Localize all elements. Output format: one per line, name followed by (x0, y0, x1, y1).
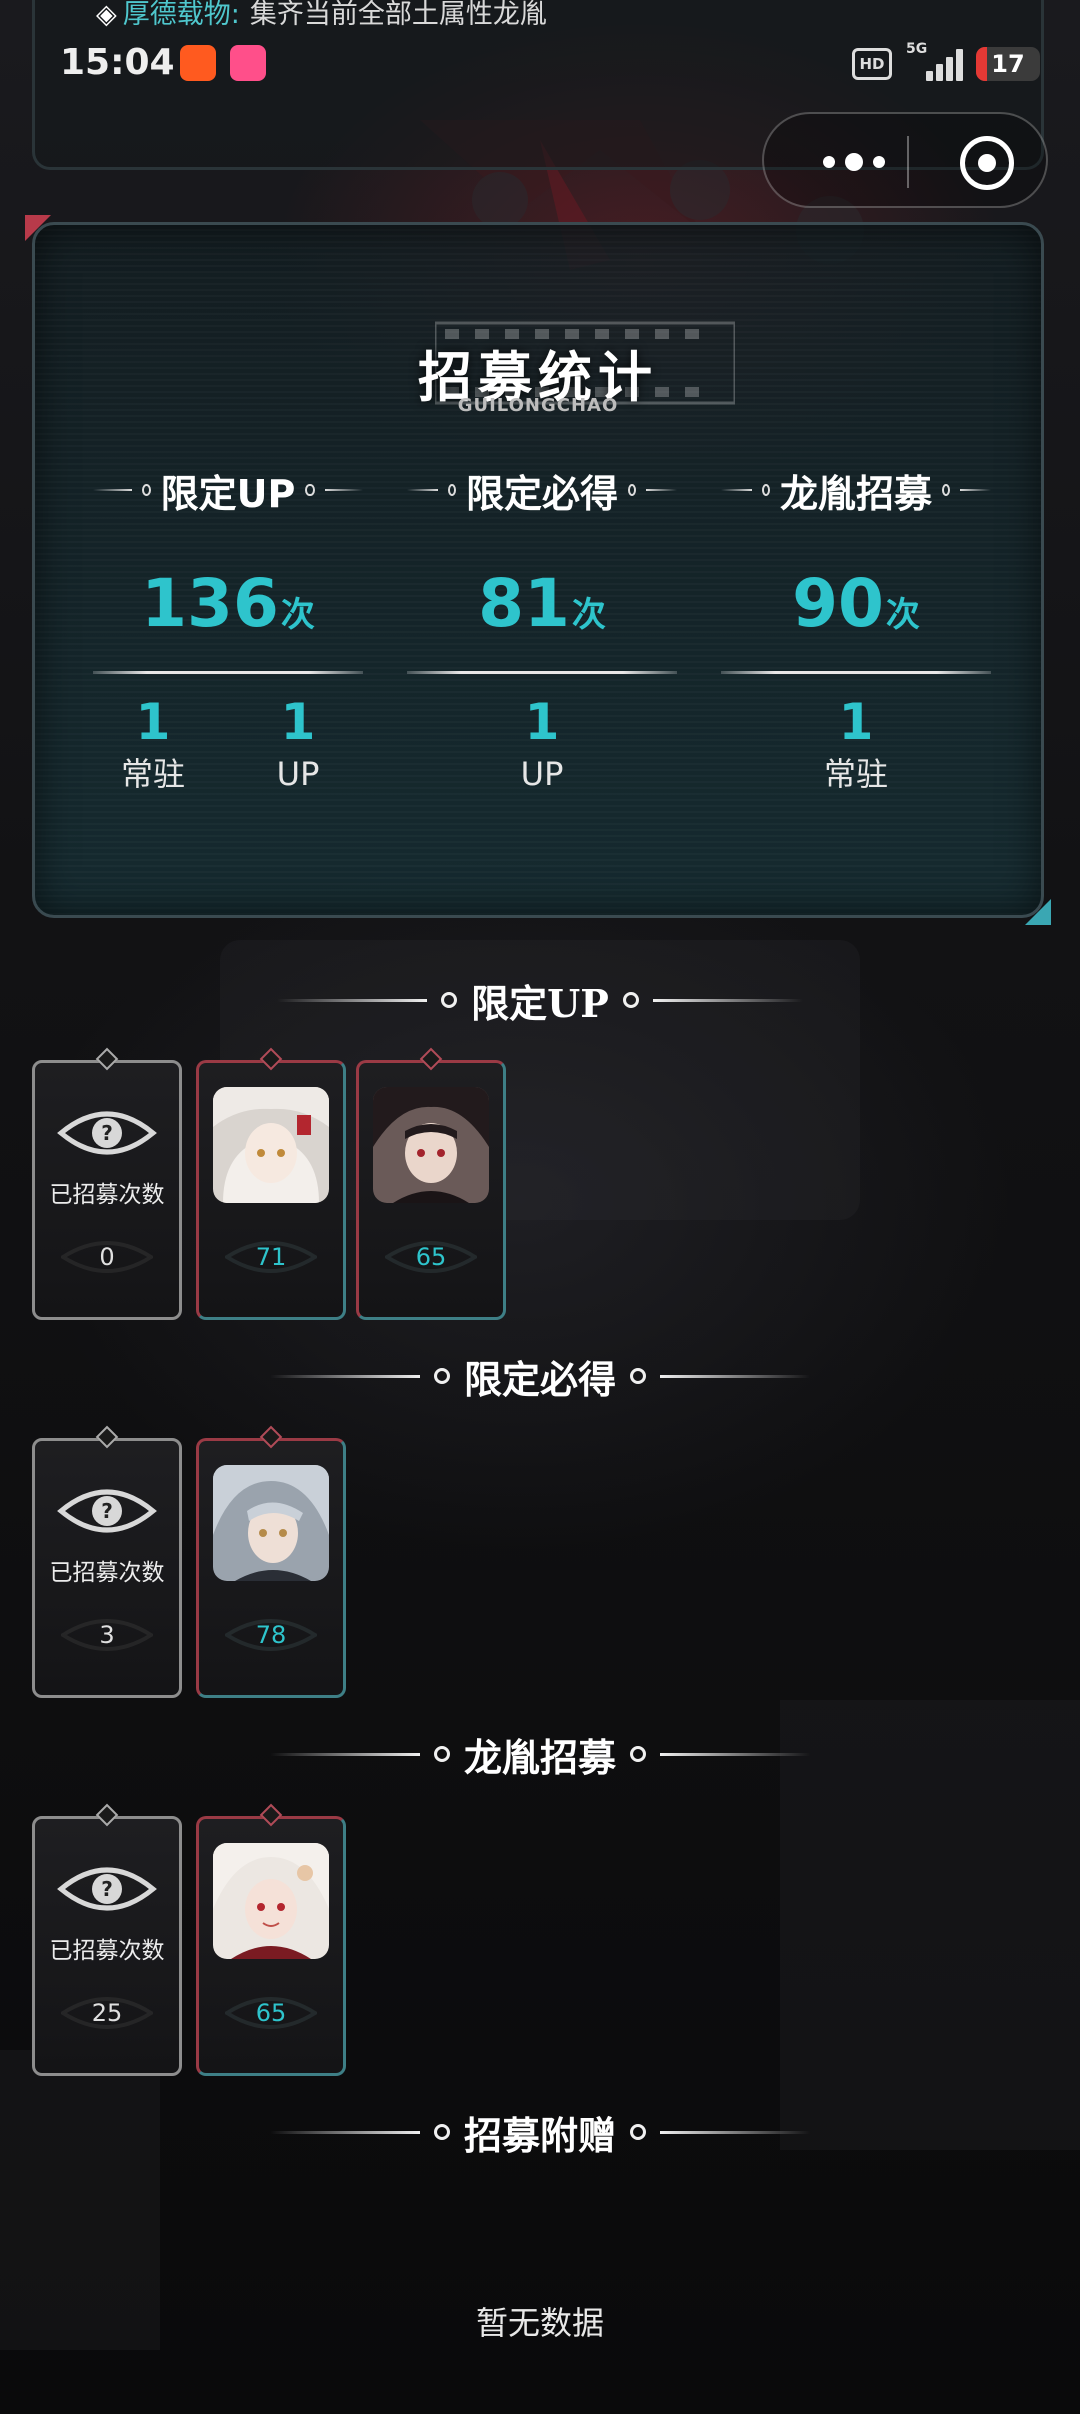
card-corner-decoration (1025, 899, 1051, 925)
marquee-key: 厚德载物: (122, 0, 240, 30)
signal-icon: 5G (906, 41, 963, 83)
pull-count: 81次 (478, 565, 606, 642)
pull-counter-label: 已招募次数 (49, 1938, 165, 1964)
pull-counter-card: ? 已招募次数 25 (32, 1803, 182, 2076)
column-divider (407, 671, 677, 674)
pull-count: 90次 (792, 565, 920, 642)
column-label: 限定必得 (465, 471, 618, 516)
column-label: 限定UP (160, 471, 296, 516)
battery-level: 17 (991, 50, 1025, 78)
stats-column-longyin: 龙胤招募 90次 1 常驻 (721, 465, 991, 885)
column-header: 龙胤招募 (721, 465, 991, 516)
sub-stat-value: 1 (135, 693, 171, 751)
pull-counter-label: 已招募次数 (49, 1182, 165, 1208)
silver-haired-character-avatar (213, 1465, 329, 1581)
character-card[interactable]: 78 (196, 1425, 346, 1698)
status-bar: ◈ 厚德载物: 集齐当前全部土属性龙胤 15:04 HD 5G 17 (0, 0, 1080, 130)
sub-stat: 1 常驻 (93, 693, 213, 797)
network-type: 5G (906, 41, 928, 57)
section-header-bonus: 招募附赠 (0, 2104, 1080, 2160)
character-card[interactable]: 65 (356, 1047, 506, 1320)
column-divider (721, 671, 991, 674)
section-header-limited-up: 限定UP (0, 972, 1080, 1028)
column-header: 限定必得 (407, 465, 677, 516)
more-options-button[interactable] (804, 144, 904, 180)
pull-counter-value: 0 (99, 1243, 115, 1271)
dark-haired-character-avatar (373, 1087, 489, 1203)
pull-counter-value: 3 (99, 1621, 115, 1649)
hd-icon: HD (852, 48, 892, 80)
character-score: 71 (255, 1243, 287, 1271)
character-card[interactable]: 65 (196, 1803, 346, 2076)
clock: 15:04 (60, 42, 175, 83)
character-score: 65 (255, 1999, 287, 2027)
achievement-marquee: ◈ 厚德载物: 集齐当前全部土属性龙胤 (96, 0, 547, 34)
empty-state-text: 暂无数据 (475, 2304, 604, 2342)
close-miniprogram-button[interactable] (960, 136, 1014, 190)
bilibili-app-icon (230, 45, 266, 81)
pull-counter-card: ? 已招募次数 0 (32, 1047, 182, 1320)
character-score: 65 (415, 1243, 447, 1271)
system-icons: HD 5G 17 (852, 41, 1040, 84)
marquee-text: 集齐当前全部土属性龙胤 (249, 0, 547, 30)
section-title: 限定必得 (463, 1356, 616, 1402)
pull-counter-card: ? 已招募次数 3 (32, 1425, 182, 1698)
stats-column-limited-up: 限定UP 136次 1 常驻 1 UP (93, 465, 363, 885)
sub-stat-label: UP (520, 755, 564, 793)
svg-text:?: ? (101, 1499, 113, 1523)
svg-text:?: ? (101, 1877, 113, 1901)
white-haired-character-avatar (213, 1087, 329, 1203)
stats-subtitle: GUILONGCHAO (457, 395, 619, 416)
column-header: 限定UP (93, 465, 363, 516)
eye-question-icon: ? (57, 1867, 157, 1911)
pull-counter-value: 25 (91, 1999, 123, 2027)
section-title: 龙胤招募 (463, 1734, 616, 1780)
column-divider (93, 671, 363, 674)
character-card[interactable]: 71 (196, 1047, 346, 1320)
capsule-divider (907, 136, 909, 188)
section-header-limited-guaranteed: 限定必得 (0, 1348, 1080, 1404)
stats-column-limited-guaranteed: 限定必得 81次 1 UP (407, 465, 677, 885)
section-title: 限定UP (471, 980, 609, 1026)
sub-stat-label: UP (276, 755, 320, 793)
sub-stat-label: 常驻 (120, 755, 185, 793)
card-corner-decoration (25, 215, 51, 241)
sub-stat: 1 UP (238, 693, 358, 797)
miniprogram-capsule (762, 112, 1048, 208)
sub-stat-value: 1 (838, 693, 874, 751)
section-title: 招募附赠 (463, 2112, 616, 2158)
sub-stat-label: 常驻 (823, 755, 888, 793)
recruitment-stats-card: 招募统计 GUILONGCHAO 限定UP 136次 1 常驻 1 UP 限定必… (25, 215, 1051, 925)
sub-stat: 1 常驻 (796, 693, 916, 797)
eye-question-icon: ? (57, 1111, 157, 1155)
sub-stat-value: 1 (524, 693, 560, 751)
column-label: 龙胤招募 (779, 471, 932, 516)
pale-haired-character-avatar (213, 1843, 329, 1959)
pull-counter-label: 已招募次数 (49, 1560, 165, 1586)
diamond-icon: ◈ (96, 0, 117, 30)
dewu-app-icon (180, 45, 216, 81)
character-score: 78 (255, 1621, 287, 1649)
eye-question-icon: ? (57, 1489, 157, 1533)
battery-icon: 17 (976, 47, 1040, 81)
svg-text:?: ? (101, 1121, 113, 1145)
section-header-longyin: 龙胤招募 (0, 1726, 1080, 1782)
pull-count: 136次 (141, 565, 315, 642)
sub-stat: 1 UP (482, 693, 602, 797)
sub-stat-value: 1 (280, 693, 316, 751)
